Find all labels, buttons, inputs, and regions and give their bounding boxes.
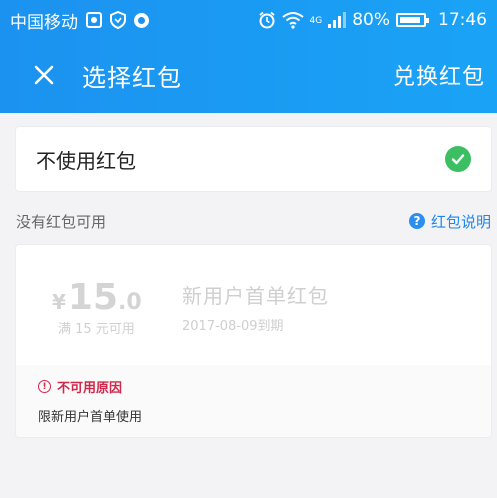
page-title: 选择红包: [82, 63, 182, 92]
coupon-help-label: 红包说明: [430, 212, 491, 231]
coupon-condition: 满 15 元可用: [58, 322, 135, 337]
carrier-label: 中国移动: [10, 12, 78, 33]
amount-integer: 15: [67, 277, 119, 318]
signal-icon: [328, 12, 347, 28]
network-type-label: 4G: [309, 16, 323, 26]
unavailable-reason: 限新用户首单使用: [38, 410, 143, 425]
redeem-coupon-button[interactable]: 兑换红包: [393, 59, 485, 91]
status-bar: 中国移动 4G 80% 17:46: [0, 0, 497, 40]
no-coupons-available-label: 没有红包可用: [16, 212, 107, 231]
check-circle-icon: [445, 146, 471, 172]
close-button[interactable]: [24, 55, 64, 95]
app-header: 中国移动 4G 80% 17:46 选择红包 兑换红包: [0, 0, 497, 113]
coupon-expiry: 2017-08-09到期: [182, 319, 284, 334]
coupon-amount: ¥ 15 .0: [52, 277, 142, 318]
unavailable-section: ! 不可用原因 限新用户首单使用: [16, 365, 491, 437]
gallery-icon: [86, 12, 102, 28]
dot-icon: [134, 12, 149, 28]
coupon-name: 新用户首单红包: [182, 284, 329, 308]
currency-symbol: ¥: [52, 290, 66, 314]
close-icon: [34, 65, 54, 85]
wifi-icon: [281, 12, 304, 29]
unavailable-title: 不可用原因: [57, 381, 123, 396]
clock: 17:46: [438, 10, 487, 30]
coupon-help-link[interactable]: ? 红包说明: [408, 211, 491, 232]
unavailable-header: ! 不可用原因: [38, 377, 469, 396]
warning-icon: !: [38, 380, 51, 393]
alarm-icon: [258, 11, 275, 29]
section-header: 没有红包可用 ? 红包说明: [16, 209, 491, 233]
coupon-card: ¥ 15 .0 满 15 元可用 新用户首单红包 2017-08-09到期 ! …: [16, 245, 491, 437]
no-coupon-option[interactable]: 不使用红包: [16, 127, 491, 191]
nav-bar: 选择红包 兑换红包: [0, 50, 497, 100]
amount-decimal: .0: [118, 290, 142, 315]
coupon-details: ¥ 15 .0 满 15 元可用 新用户首单红包 2017-08-09到期: [16, 245, 491, 365]
no-coupon-label: 不使用红包: [36, 148, 136, 173]
question-icon: ?: [408, 213, 425, 229]
shield-icon: [110, 11, 126, 29]
battery-icon: [396, 13, 429, 27]
battery-percent: 80%: [352, 10, 390, 30]
